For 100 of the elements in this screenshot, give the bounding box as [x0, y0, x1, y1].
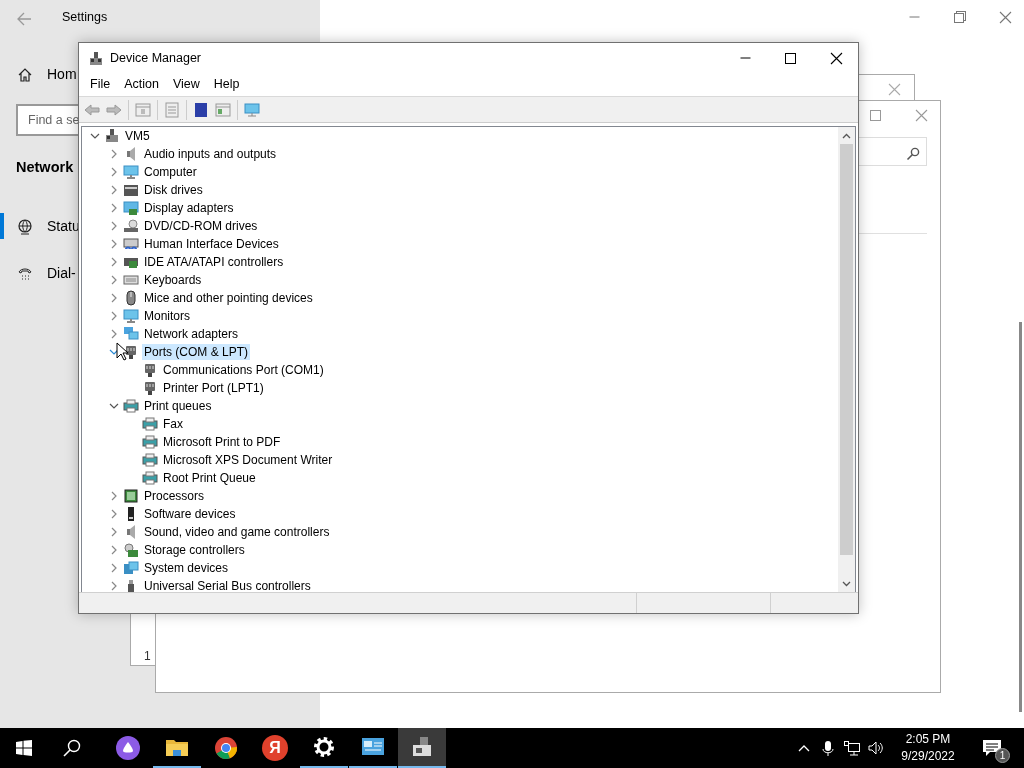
chevron-icon[interactable]: [109, 203, 119, 213]
tree-item[interactable]: Ports (COM & LPT): [142, 344, 250, 360]
printer-icon: [123, 398, 139, 414]
close-icon: [887, 82, 901, 96]
keyboard-icon: [123, 236, 139, 252]
menu-item[interactable]: Help: [206, 75, 247, 94]
scroll-up-icon[interactable]: [842, 132, 851, 139]
scroll-down-icon[interactable]: [842, 580, 851, 587]
tree-item[interactable]: Fax: [161, 416, 185, 432]
clock[interactable]: 2:05 PM 9/29/2022: [888, 728, 968, 768]
chevron-icon[interactable]: [109, 491, 119, 501]
tree-item[interactable]: Monitors: [142, 308, 192, 324]
tree-item[interactable]: Mice and other pointing devices: [142, 290, 315, 306]
chevron-icon[interactable]: [109, 221, 119, 231]
chevron-icon[interactable]: [109, 275, 119, 285]
chevron-icon[interactable]: [109, 167, 119, 177]
menu-item[interactable]: Action: [117, 75, 166, 94]
disc-drive-icon: [123, 218, 139, 234]
chevron-icon[interactable]: [109, 149, 119, 159]
chevron-icon[interactable]: [109, 401, 119, 411]
scrollbar-thumb[interactable]: [840, 144, 853, 555]
tree-item[interactable]: Computer: [142, 164, 199, 180]
cursor-icon: [116, 342, 128, 362]
tree-item[interactable]: DVD/CD-ROM drives: [142, 218, 260, 234]
globe-icon[interactable]: [17, 218, 33, 235]
help-icon[interactable]: [193, 102, 209, 119]
tree-item[interactable]: Audio inputs and outputs: [142, 146, 279, 162]
disk-drive-icon: [123, 182, 139, 198]
chevron-icon[interactable]: [109, 509, 119, 519]
taskbar-app[interactable]: Я: [251, 728, 299, 768]
window-title: Device Manager: [110, 49, 201, 67]
storage-icon: [123, 542, 139, 558]
maximize-icon: [868, 108, 882, 122]
maximize-icon: [783, 51, 797, 65]
device-manager-icon: [410, 735, 434, 759]
device-manager-icon: [88, 50, 104, 67]
display-card-icon: [123, 200, 139, 216]
tree-item[interactable]: Printer Port (LPT1): [161, 380, 266, 396]
menu-item[interactable]: File: [83, 75, 118, 94]
properties-icon[interactable]: [215, 102, 231, 119]
volume-icon: [868, 740, 884, 756]
tree-item[interactable]: Microsoft XPS Document Writer: [161, 452, 335, 468]
forward-arrow-icon[interactable]: [106, 102, 122, 119]
chevron-icon[interactable]: [109, 545, 119, 555]
tree-item[interactable]: Disk drives: [142, 182, 205, 198]
chevron-icon[interactable]: [109, 185, 119, 195]
port-icon: [142, 380, 158, 396]
tree-item[interactable]: Universal Serial Bus controllers: [142, 578, 313, 592]
tree-item[interactable]: VM5: [123, 128, 152, 144]
phone-icon[interactable]: [17, 265, 33, 282]
chevron-icon[interactable]: [90, 131, 100, 141]
home-icon[interactable]: [17, 66, 33, 83]
tree-item[interactable]: Root Print Queue: [161, 470, 258, 486]
nav-item[interactable]: Dial-: [47, 263, 76, 284]
chevron-icon[interactable]: [109, 527, 119, 537]
close-icon: [829, 51, 843, 65]
tree-item[interactable]: Processors: [142, 488, 207, 504]
search-field[interactable]: Find a se: [16, 104, 78, 136]
chevron-icon[interactable]: [109, 239, 119, 249]
monitor-icon[interactable]: [244, 102, 260, 119]
tree-item[interactable]: Human Interface Devices: [142, 236, 281, 252]
chevron-icon[interactable]: [109, 257, 119, 267]
tree-item[interactable]: System devices: [142, 560, 231, 576]
monitor-icon: [123, 164, 139, 180]
browser-icon: [214, 736, 238, 760]
system-icon: [123, 560, 139, 576]
tree-item[interactable]: Keyboards: [142, 272, 204, 288]
chevron-icon[interactable]: [109, 581, 119, 591]
scrollbar-thumb[interactable]: [1019, 322, 1022, 712]
chevron-icon[interactable]: [109, 293, 119, 303]
tree-item[interactable]: Communications Port (COM1): [161, 362, 326, 378]
notification-button[interactable]: 1: [968, 728, 1016, 768]
back-arrow-icon[interactable]: [16, 11, 32, 26]
printer-icon: [142, 434, 158, 450]
computer-icon: [104, 128, 120, 144]
tree-item[interactable]: Print queues: [142, 398, 214, 414]
tree-item[interactable]: Software devices: [142, 506, 238, 522]
taskbar-app[interactable]: [398, 728, 446, 768]
chevron-icon[interactable]: [109, 311, 119, 321]
monitor-icon: [123, 308, 139, 324]
tree-item[interactable]: Microsoft Print to PDF: [161, 434, 283, 450]
port-icon: [123, 344, 139, 360]
menu-item[interactable]: View: [165, 75, 207, 94]
window-title: Settings: [62, 9, 108, 26]
assistant-icon: [116, 736, 140, 760]
chevron-icon[interactable]: [109, 563, 119, 573]
close-icon: [914, 108, 928, 122]
window-icon[interactable]: [135, 102, 151, 119]
tree-item[interactable]: Sound, video and game controllers: [142, 524, 332, 540]
tree-item[interactable]: Storage controllers: [142, 542, 247, 558]
chevron-icon[interactable]: [109, 329, 119, 339]
tree-item[interactable]: Display adapters: [142, 200, 236, 216]
close-icon: [998, 10, 1012, 24]
tree-item[interactable]: IDE ATA/ATAPI controllers: [142, 254, 286, 270]
back-arrow-icon[interactable]: [84, 102, 100, 119]
port-icon: [142, 362, 158, 378]
search-icon[interactable]: [906, 146, 920, 161]
nav-item[interactable]: Hom: [47, 64, 77, 85]
printer-icon: [142, 470, 158, 486]
tree-item[interactable]: Network adapters: [142, 326, 241, 342]
